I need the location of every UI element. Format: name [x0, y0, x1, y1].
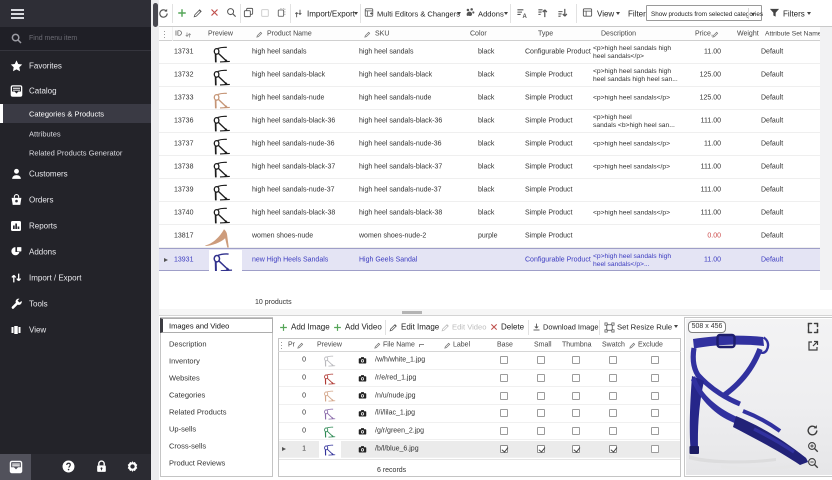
svg-text:A: A — [522, 14, 527, 19]
